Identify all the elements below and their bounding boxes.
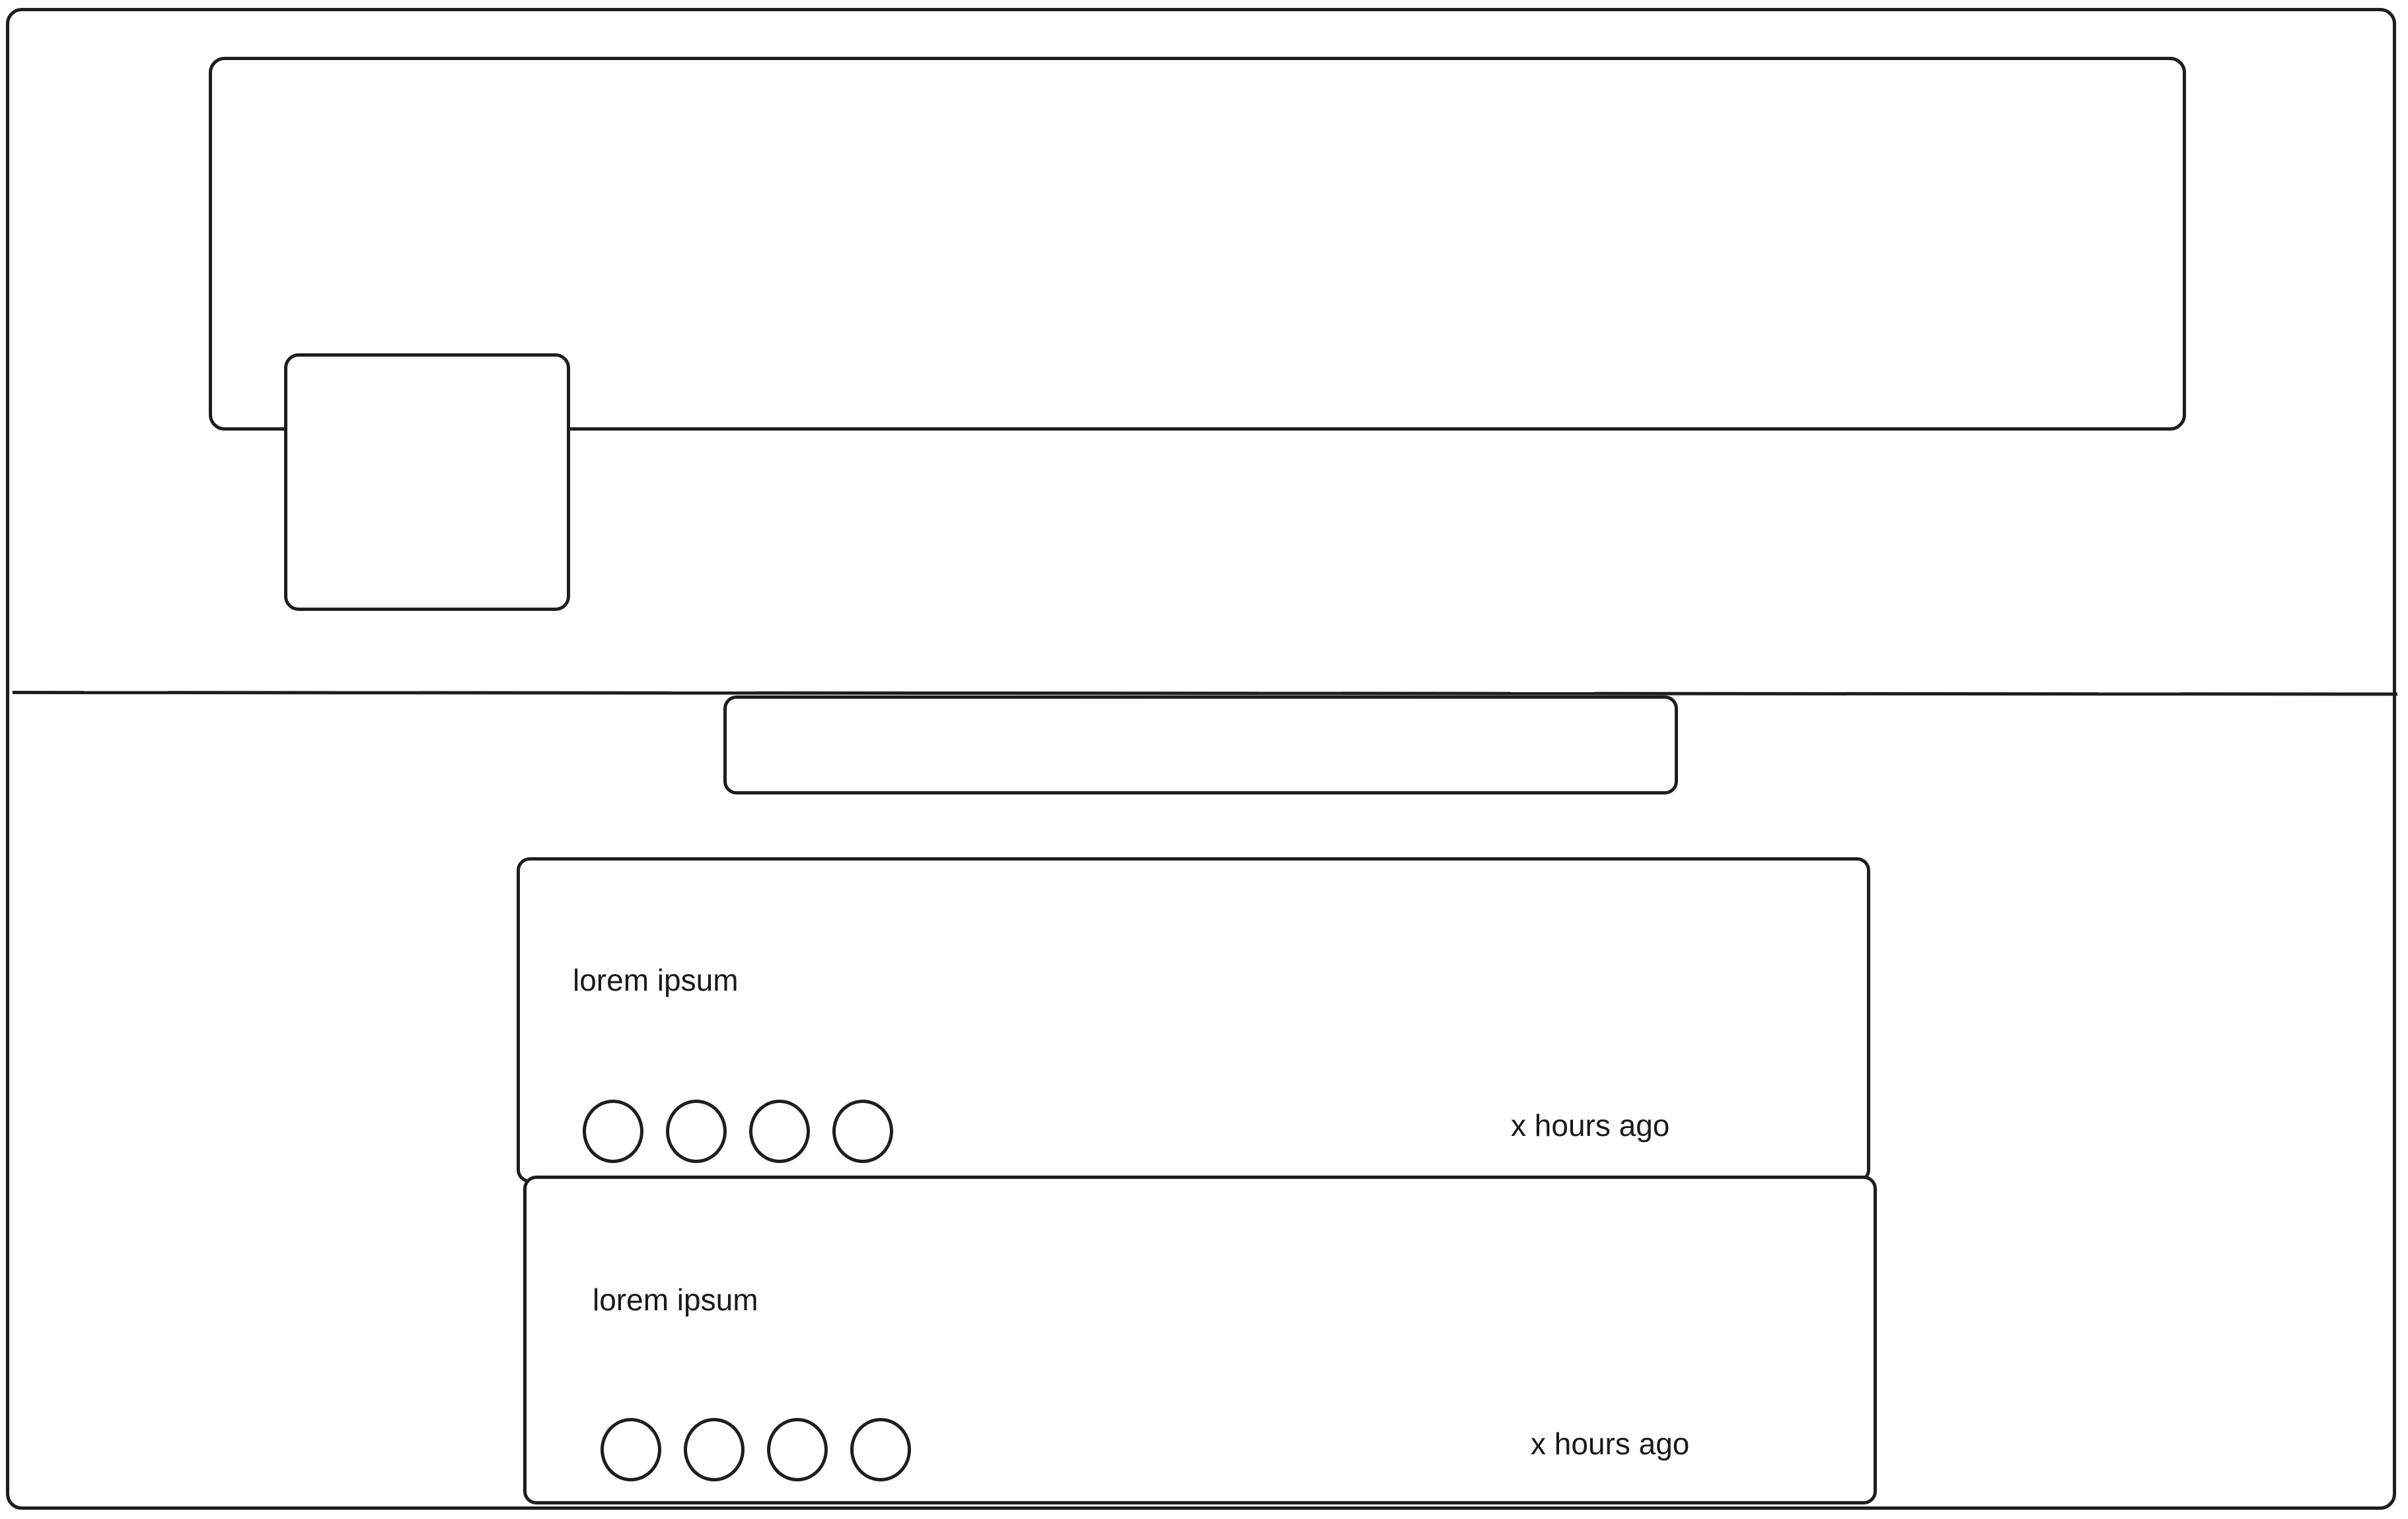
post-text: lorem ipsum: [573, 963, 739, 997]
reaction-button[interactable]: [749, 1100, 810, 1163]
post-card[interactable]: lorem ipsum x hours ago: [517, 857, 1870, 1183]
profile-avatar[interactable]: [284, 353, 570, 611]
reaction-bar: [601, 1418, 911, 1481]
post-timestamp: x hours ago: [1531, 1427, 1690, 1461]
reaction-button[interactable]: [666, 1100, 727, 1163]
reaction-button[interactable]: [767, 1418, 828, 1481]
post-timestamp: x hours ago: [1511, 1108, 1670, 1143]
reaction-button[interactable]: [832, 1100, 893, 1163]
reaction-button[interactable]: [583, 1100, 643, 1163]
reaction-button[interactable]: [684, 1418, 745, 1481]
reaction-bar: [583, 1100, 893, 1163]
post-card[interactable]: lorem ipsum x hours ago: [523, 1176, 1877, 1504]
search-input[interactable]: [723, 695, 1678, 795]
reaction-button[interactable]: [601, 1418, 661, 1481]
reaction-button[interactable]: [850, 1418, 911, 1481]
post-text: lorem ipsum: [593, 1283, 758, 1317]
